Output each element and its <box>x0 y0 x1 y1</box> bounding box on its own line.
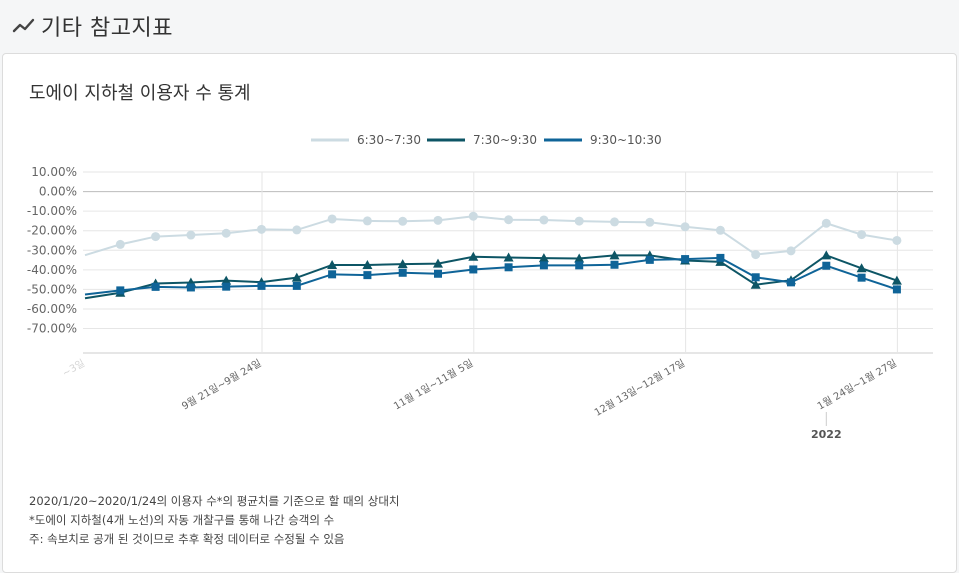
data-point <box>363 271 372 280</box>
data-point <box>574 216 584 226</box>
data-point <box>151 282 160 291</box>
footnote: 2020/1/20~2020/1/24의 이용자 수*의 평균치를 기준으로 할… <box>29 494 400 508</box>
data-point <box>751 273 760 282</box>
line-chart: 10.00% 0.00% -10.00% -20.00% -30.00% -40.00% -… <box>27 133 933 441</box>
y-tick-label: -20.00% <box>27 224 77 238</box>
data-point <box>857 273 866 282</box>
data-point <box>715 225 725 235</box>
trend-line-icon <box>12 18 35 33</box>
data-point <box>821 250 832 260</box>
legend-label: 7:30~9:30 <box>473 133 537 147</box>
y-tick-label: -30.00% <box>27 243 77 257</box>
data-point <box>469 265 478 274</box>
data-point <box>645 217 655 227</box>
y-tick-label: -50.00% <box>27 282 77 296</box>
data-point <box>433 215 443 225</box>
data-point <box>434 269 442 278</box>
y-tick-label: -10.00% <box>27 204 77 218</box>
data-point <box>645 255 654 264</box>
x-tick-label: 11월 1일~11월 5일 <box>392 357 476 412</box>
data-point <box>857 230 867 240</box>
footnotes: 2020/1/20~2020/1/24의 이용자 수*의 평균치를 기준으로 할… <box>29 492 400 549</box>
data-point <box>610 260 619 269</box>
data-point <box>292 225 302 235</box>
data-point <box>821 218 831 228</box>
data-point <box>786 246 796 256</box>
series-line <box>84 254 898 300</box>
data-point <box>328 270 337 279</box>
data-point <box>186 283 195 292</box>
y-tick-label: 0.00% <box>39 185 77 199</box>
data-point <box>116 286 125 295</box>
data-point <box>292 281 301 290</box>
legend-label: 6:30~7:30 <box>357 133 421 147</box>
y-tick-label: 10.00% <box>31 165 77 179</box>
data-point <box>787 278 795 287</box>
data-point <box>610 217 619 227</box>
y-tick-label: -70.00% <box>27 322 77 336</box>
x-tick-label: 1월 24일~1월 27일 <box>815 357 899 412</box>
page-title: 기타 참고지표 <box>41 16 173 41</box>
data-point <box>222 282 231 291</box>
data-point <box>257 224 266 234</box>
data-point <box>186 230 196 240</box>
data-point <box>398 216 408 226</box>
data-point <box>575 261 584 270</box>
data-point <box>822 261 831 270</box>
data-point <box>362 216 372 226</box>
data-point <box>539 215 549 225</box>
data-point <box>680 222 690 232</box>
footnote: *도에이 지하철(4개 노선)의 자동 개찰구를 통해 나간 승객의 수 <box>29 513 335 527</box>
data-point <box>681 255 690 264</box>
year-label: 2022 <box>811 428 842 441</box>
data-point <box>751 250 761 260</box>
series-line <box>84 215 898 257</box>
data-point <box>716 253 725 262</box>
footnote: 주: 속보치로 공개 된 것이므로 추후 확정 데이터로 수정될 수 있음 <box>29 532 345 546</box>
page-header: 기타 참고지표 <box>0 0 959 52</box>
x-tick-label: ~3일 <box>60 357 87 379</box>
data-point <box>398 268 407 277</box>
y-tick-label: -40.00% <box>27 263 77 277</box>
data-point <box>221 228 231 238</box>
data-point <box>115 239 125 249</box>
data-point <box>151 232 161 242</box>
data-point <box>504 263 513 272</box>
x-tick-label: 12월 13일~12월 17일 <box>592 357 687 419</box>
data-point <box>892 235 902 245</box>
data-point <box>327 214 337 224</box>
data-point <box>539 261 548 270</box>
data-point <box>504 215 514 225</box>
x-tick-label: 9월 21일~9월 24일 <box>180 357 264 412</box>
chart-card: 도에이 지하철 이용자 수 통계 10.00% 0.00% -10.00% -20.0… <box>2 53 957 573</box>
y-tick-label: -60.00% <box>27 302 77 316</box>
data-point <box>892 285 901 294</box>
data-point <box>257 281 266 290</box>
data-point <box>468 211 478 221</box>
legend-label: 9:30~10:30 <box>590 133 662 147</box>
